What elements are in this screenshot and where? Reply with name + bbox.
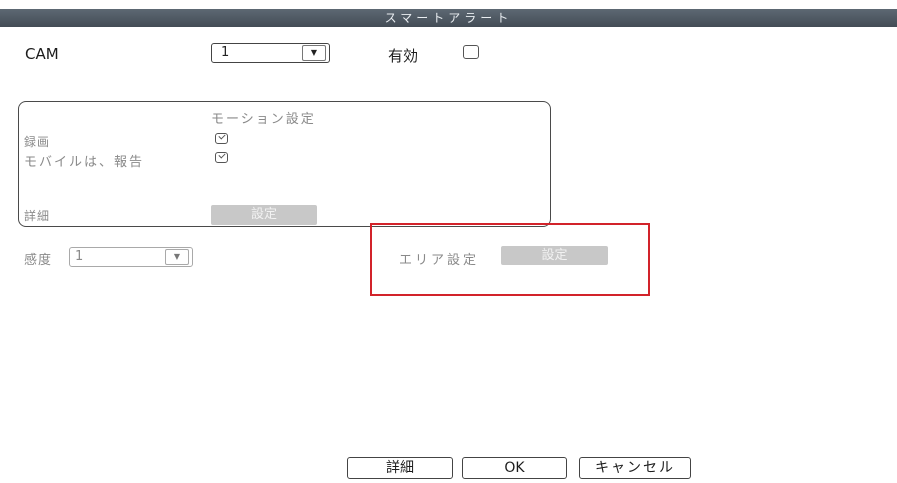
mobile-report-label: モバイルは、報告 <box>24 155 145 170</box>
ok-button[interactable]: OK <box>462 457 567 479</box>
chevron-down-icon: ▼ <box>302 45 326 61</box>
sensitivity-select[interactable]: 1 ▼ <box>69 247 193 267</box>
chevron-down-icon: ▼ <box>165 249 189 265</box>
footer-details-button[interactable]: 詳細 <box>347 457 453 479</box>
sensitivity-select-value: 1 <box>75 249 84 264</box>
record-label: 録画 <box>24 135 51 149</box>
cam-select-value: 1 <box>221 45 230 60</box>
enable-checkbox[interactable] <box>463 45 479 59</box>
details-settings-button[interactable]: 設定 <box>211 205 317 225</box>
sensitivity-label: 感度 <box>24 253 53 268</box>
details-label: 詳細 <box>24 209 51 223</box>
motion-settings-heading: モーション設定 <box>211 112 316 127</box>
cancel-button[interactable]: キャンセル <box>579 457 691 479</box>
cam-select[interactable]: 1 ▼ <box>211 43 330 63</box>
record-checkbox[interactable] <box>215 133 228 144</box>
highlight-box <box>370 223 650 296</box>
window-title: スマートアラート <box>0 9 897 27</box>
mobile-report-checkbox[interactable] <box>215 152 228 163</box>
enable-label: 有効 <box>388 47 419 65</box>
cam-label: CAM <box>25 45 59 63</box>
